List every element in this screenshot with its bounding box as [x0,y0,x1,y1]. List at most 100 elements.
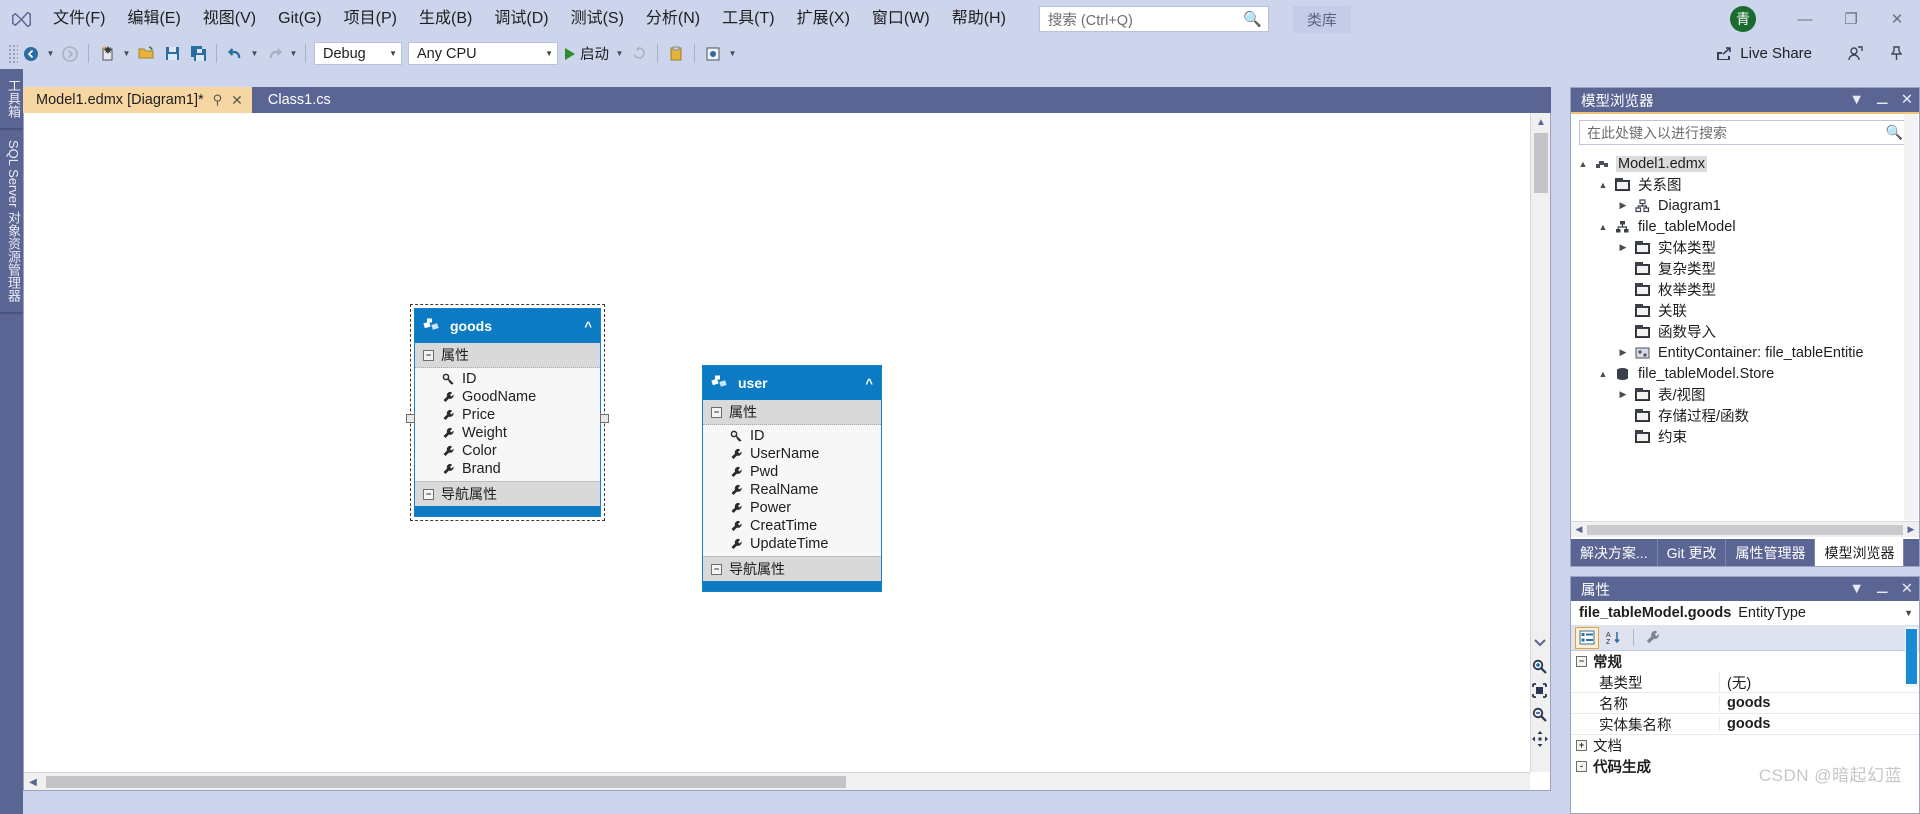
property-row[interactable]: UserName [703,445,881,463]
categorized-view-button[interactable] [1575,626,1599,649]
menu-git[interactable]: Git(G) [267,5,333,33]
solution-configuration-dropdown[interactable]: Debug ▼ [314,42,402,65]
live-share-session-icon[interactable] [1847,38,1864,69]
minimize-button[interactable]: — [1782,0,1828,38]
expander-plus-icon[interactable]: + [1576,740,1587,751]
undo-dropdown-icon[interactable]: ▼ [248,42,261,66]
toolbar-grip[interactable] [8,43,18,64]
expander-minus-icon-4[interactable]: − [711,563,722,575]
property-value[interactable]: goods [1719,695,1919,711]
property-row-base-type[interactable]: 基类型 (无) [1571,671,1919,693]
tree-node-model1-edmx[interactable]: ▲ Model1.edmx [1571,153,1919,174]
tree-node-constraints[interactable]: 约束 [1571,426,1919,447]
pan-move-icon[interactable] [1531,730,1548,747]
entity-user[interactable]: user ^ − 属性 ID UserName Pwd RealName Pow… [702,365,882,592]
clipboard-icon[interactable] [663,42,689,66]
menu-extensions[interactable]: 扩展(X) [786,5,861,33]
property-row[interactable]: Pwd [703,463,881,481]
entity-goods-navigation-section[interactable]: − 导航属性 [415,481,600,506]
menu-edit[interactable]: 编辑(E) [116,5,191,33]
menu-debug[interactable]: 调试(D) [483,5,559,33]
navigate-backward-dropdown-icon[interactable]: ▼ [44,42,57,66]
twisty-expanded-icon[interactable]: ▲ [1577,159,1589,169]
tree-node-function-imports[interactable]: 函数导入 [1571,321,1919,342]
menu-build[interactable]: 生成(B) [408,5,483,33]
property-row[interactable]: Price [415,406,600,424]
menu-view[interactable]: 视图(V) [192,5,267,33]
navigate-backward-icon[interactable] [18,42,44,66]
twisty-expanded-icon-2[interactable]: ▲ [1597,180,1609,190]
tree-node-entity-types[interactable]: ▶ 实体类型 [1571,237,1919,258]
twisty-collapsed-icon-4[interactable]: ▶ [1617,389,1629,400]
tab-class1-cs[interactable]: Class1.cs [251,87,347,113]
zoom-in-icon[interactable] [1531,658,1548,675]
tree-node-entity-container[interactable]: ▶ EntityContainer: file_tableEntitie [1571,342,1919,363]
twisty-expanded-icon-4[interactable]: ▲ [1597,369,1609,379]
twisty-collapsed-icon-3[interactable]: ▶ [1617,347,1629,358]
solution-platform-dropdown[interactable]: Any CPU ▼ [408,42,558,65]
model-browser-tree[interactable]: ▲ Model1.edmx ▲ 关系图 ▶ Diagram1 ▲ file_ta… [1571,150,1919,447]
new-project-dropdown-icon[interactable]: ▼ [120,42,133,66]
property-pages-button[interactable] [1641,627,1665,649]
zoom-list-chevron-down-icon[interactable] [1531,634,1548,651]
close-icon[interactable]: ✕ [231,92,243,109]
properties-scroll-thumb[interactable] [1906,629,1917,684]
scroll-left-icon-2[interactable]: ◀ [1571,524,1587,535]
property-row[interactable]: UpdateTime [703,535,881,553]
close-button[interactable]: ✕ [1874,0,1920,38]
entity-user-attributes-section[interactable]: − 属性 [703,400,881,425]
properties-group-documentation[interactable]: + 文档 [1571,735,1919,756]
properties-pin-icon[interactable]: ⚊ [1876,581,1889,597]
open-file-icon[interactable] [133,42,159,66]
avatar[interactable]: 青 [1730,6,1756,32]
model-browser-search-input[interactable]: 在此处键入以进行搜索 🔍 [1579,120,1911,145]
menu-project[interactable]: 项目(P) [333,5,408,33]
property-row[interactable]: Color [415,442,600,460]
model-browser-vertical-scrollbar[interactable] [1904,114,1918,520]
live-share-button[interactable]: Live Share [1715,38,1812,69]
dock-tab-git-changes[interactable]: Git 更改 [1658,539,1727,566]
resize-handle-left[interactable] [406,414,415,423]
property-row[interactable]: Weight [415,424,600,442]
resize-handle-right[interactable] [600,414,609,423]
tree-node-complex-types[interactable]: 复杂类型 [1571,258,1919,279]
property-value[interactable]: goods [1719,716,1919,732]
search-icon-2[interactable]: 🔍 [1886,124,1906,141]
expander-minus-icon-6[interactable]: - [1576,761,1587,772]
toolbar-overflow-icon[interactable]: ▼ [726,42,739,66]
property-row[interactable]: RealName [703,481,881,499]
menu-file[interactable]: 文件(F) [42,5,116,33]
pin-toolbar-icon[interactable] [1889,38,1904,69]
model-browser-horizontal-scrollbar[interactable]: ◀ ▶ [1571,521,1919,537]
menu-help[interactable]: 帮助(H) [941,5,1017,33]
scroll-left-icon[interactable]: ◀ [24,773,42,791]
tree-node-enum-types[interactable]: 枚举类型 [1571,279,1919,300]
property-row[interactable]: CreatTime [703,517,881,535]
start-debug-dropdown-icon[interactable]: ▼ [613,42,626,66]
dock-tab-property-manager[interactable]: 属性管理器 [1726,539,1816,566]
new-project-icon[interactable] [94,42,120,66]
tree-node-file-tablemodel[interactable]: ▲ file_tableModel [1571,216,1919,237]
tab-model1-edmx[interactable]: Model1.edmx [Diagram1]* ⚲ ✕ [23,87,252,113]
menu-test[interactable]: 测试(S) [560,5,635,33]
edmx-designer-surface[interactable]: goods ^ − 属性 ID GoodName Price Weight Co… [23,113,1551,791]
menu-analyze[interactable]: 分析(N) [635,5,711,33]
maximize-button[interactable]: ❐ [1828,0,1874,38]
entity-goods[interactable]: goods ^ − 属性 ID GoodName Price Weight Co… [406,304,609,521]
expander-minus-icon-3[interactable]: − [711,406,722,418]
entity-goods-attributes-section[interactable]: − 属性 [415,343,600,368]
properties-menu-chevron-down-icon[interactable]: ▼ [1849,581,1863,597]
entity-user-navigation-section[interactable]: − 导航属性 [703,556,881,581]
entity-user-header[interactable]: user ^ [703,366,881,400]
panel-pin-icon[interactable]: ⚊ [1876,92,1889,108]
hot-reload-icon[interactable] [626,42,652,66]
collapse-chevron-up-icon[interactable]: ^ [584,319,592,334]
save-icon[interactable] [159,42,185,66]
model-browser-scroll-thumb[interactable] [1587,525,1903,535]
tree-node-associations[interactable]: 关联 [1571,300,1919,321]
navigate-forward-icon[interactable] [57,42,83,66]
left-dock-tab-sql-server-object-explorer[interactable]: SQL Server 对象资源管理器 [0,130,23,315]
tree-node-stored-procedures[interactable]: 存储过程/函数 [1571,405,1919,426]
property-row[interactable]: GoodName [415,388,600,406]
property-row-name[interactable]: 名称 goods [1571,693,1919,714]
